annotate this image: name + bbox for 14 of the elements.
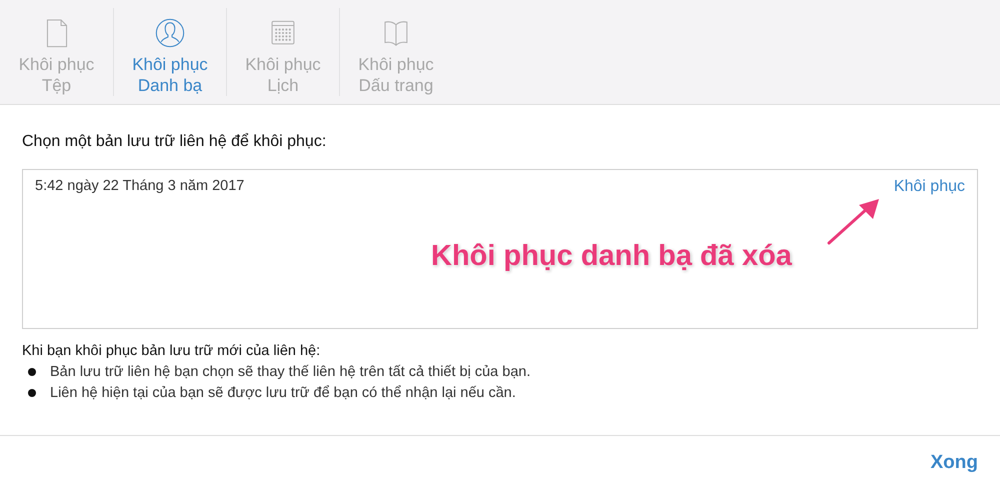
tab[interactable]: Khôi phục Lịch: [226, 8, 339, 96]
note-text: Liên hệ hiện tại của bạn sẽ được lưu trữ để bạn có thể nhận lại nếu cần.: [50, 385, 516, 401]
tab[interactable]: Khôi phục Danh bạ: [113, 8, 226, 96]
archive-date: 5:42 ngày 22 Tháng 3 năm 2017: [35, 178, 244, 194]
note-text: Bản lưu trữ liên hệ bạn chọn sẽ thay thế liên hệ trên tất cả thiết bị của bạn.: [50, 364, 530, 380]
notes-title: Khi bạn khôi phục bản lưu trữ mới của liên hệ:: [22, 343, 322, 359]
annotation-text: Khôi phục danh bạ đã xóa: [431, 240, 792, 273]
done-button[interactable]: Xong: [930, 450, 978, 476]
tab[interactable]: Khôi phục Tệp: [0, 8, 113, 96]
bullet-icon: [28, 389, 36, 397]
tab[interactable]: Khôi phục Dấu trang: [339, 8, 452, 96]
bullet-icon: [28, 368, 36, 376]
restore-link[interactable]: Khôi phục: [894, 178, 965, 196]
heading: Chọn một bản lưu trữ liên hệ để khôi phục:: [22, 133, 328, 151]
